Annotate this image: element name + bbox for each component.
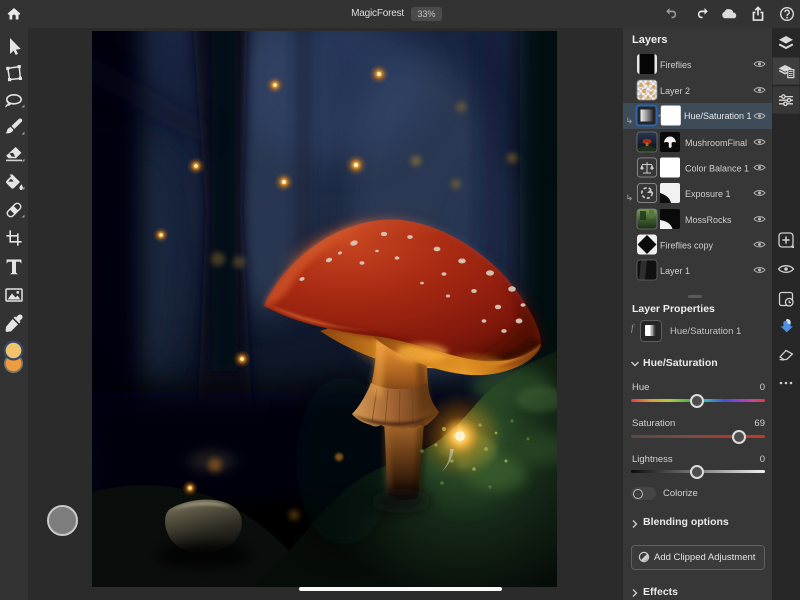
svg-text:Layer 1: Layer 1 bbox=[660, 266, 690, 276]
svg-text:Fireflies: Fireflies bbox=[660, 60, 692, 70]
svg-text:MushroomFinal: MushroomFinal bbox=[685, 138, 747, 148]
svg-text:Fireflies copy: Fireflies copy bbox=[660, 241, 714, 251]
svg-text:Exposure 1: Exposure 1 bbox=[685, 189, 731, 199]
svg-text:Hue/Saturation 1: Hue/Saturation 1 bbox=[684, 111, 752, 121]
svg-text:Color Balance 1: Color Balance 1 bbox=[685, 164, 749, 174]
svg-text:MossRocks: MossRocks bbox=[685, 215, 732, 225]
svg-text:Layer 2: Layer 2 bbox=[660, 86, 690, 96]
